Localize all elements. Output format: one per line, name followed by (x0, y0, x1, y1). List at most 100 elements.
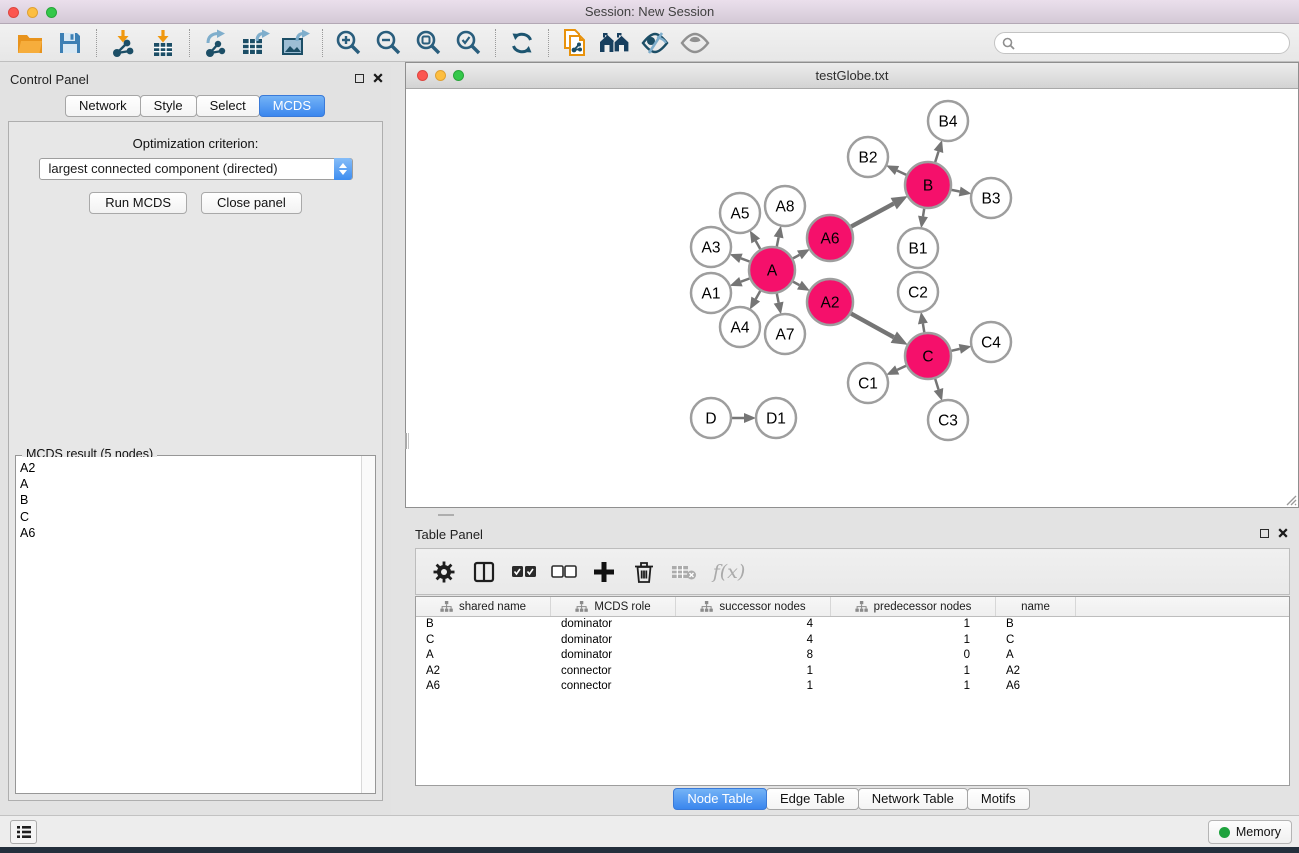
node-D1[interactable]: D1 (756, 398, 796, 438)
mcds-result-item[interactable]: B (20, 492, 361, 508)
table-row[interactable]: A2connector11A2 (416, 664, 1289, 680)
close-panel-icon[interactable] (373, 73, 383, 83)
zoom-in-icon[interactable] (329, 27, 369, 59)
edge-A-A7[interactable] (777, 294, 779, 303)
mcds-result-item[interactable]: A2 (20, 460, 361, 476)
create-column-plus-icon[interactable] (586, 554, 622, 590)
tab-network[interactable]: Network (65, 95, 141, 117)
close-table-panel-icon[interactable] (1278, 528, 1288, 538)
mcds-result-item[interactable]: A6 (20, 525, 361, 541)
mcds-result-item[interactable]: A (20, 476, 361, 492)
float-table-panel-icon[interactable] (1260, 529, 1269, 538)
node-B3[interactable]: B3 (971, 178, 1011, 218)
resize-grip-icon[interactable] (1284, 493, 1297, 506)
edge-B-B2[interactable] (897, 171, 906, 175)
table-row[interactable]: Bdominator41B (416, 617, 1289, 633)
edge-C-C1[interactable] (897, 366, 906, 370)
node-C4[interactable]: C4 (971, 322, 1011, 362)
table-row[interactable]: Cdominator41C (416, 633, 1289, 649)
node-A6[interactable]: A6 (807, 215, 853, 261)
edge-C-C2[interactable] (923, 324, 924, 333)
node-B2[interactable]: B2 (848, 137, 888, 177)
run-mcds-button[interactable]: Run MCDS (89, 192, 187, 214)
node-C1[interactable]: C1 (848, 363, 888, 403)
network-canvas[interactable]: B4 B2 B B3 A8A5 A6 B1 A3 A A1 C2 A2 A4A7 C4 C C1 C3 D D1 (406, 89, 1298, 507)
edge-A-A8[interactable] (777, 237, 779, 246)
export-image-icon[interactable] (276, 27, 316, 59)
table-settings-gear-icon[interactable] (426, 554, 462, 590)
open-recent-session-icon[interactable] (555, 27, 595, 59)
zoom-fit-icon[interactable] (409, 27, 449, 59)
table-row[interactable]: Adominator80A (416, 648, 1289, 664)
column-header-predecessor-nodes[interactable]: predecessor nodes (831, 597, 996, 616)
edge-B-B1[interactable] (923, 209, 924, 217)
tab-motifs[interactable]: Motifs (967, 788, 1030, 810)
deselect-all-columns-icon[interactable] (546, 554, 582, 590)
mcds-result-item[interactable]: C (20, 509, 361, 525)
edge-B-B4[interactable] (935, 152, 938, 163)
column-header-shared-name[interactable]: shared name (416, 597, 551, 616)
column-header-successor-nodes[interactable]: successor nodes (676, 597, 831, 616)
node-C[interactable]: C (905, 333, 951, 379)
edge-A-A1[interactable] (741, 279, 750, 282)
node-A8[interactable]: A8 (765, 186, 805, 226)
mcds-result-scrollbar[interactable] (361, 456, 375, 793)
export-table-icon[interactable] (236, 27, 276, 59)
node-A2[interactable]: A2 (807, 279, 853, 325)
node-C3[interactable]: C3 (928, 400, 968, 440)
float-panel-icon[interactable] (355, 74, 364, 83)
hide-selected-icon[interactable] (635, 27, 675, 59)
select-all-columns-icon[interactable] (506, 554, 542, 590)
zoom-selected-icon[interactable] (449, 27, 489, 59)
save-session-icon[interactable] (50, 27, 90, 59)
node-A5[interactable]: A5 (720, 193, 760, 233)
node-A3[interactable]: A3 (691, 227, 731, 267)
show-all-networks-icon[interactable] (595, 27, 635, 59)
criterion-dropdown[interactable]: largest connected component (directed) (39, 158, 353, 180)
node-A7[interactable]: A7 (765, 314, 805, 354)
task-history-button[interactable] (10, 820, 37, 844)
tab-style[interactable]: Style (140, 95, 197, 117)
edge-A-A2[interactable] (793, 282, 799, 286)
node-B1[interactable]: B1 (898, 228, 938, 268)
edge-A-A6[interactable] (793, 255, 799, 259)
edge-C-C4[interactable] (951, 349, 959, 351)
show-column-icon[interactable] (466, 554, 502, 590)
delete-column-trash-icon[interactable] (626, 554, 662, 590)
node-D[interactable]: D (691, 398, 731, 438)
edge-B-B3[interactable] (952, 190, 960, 192)
edge-C-C3[interactable] (935, 379, 938, 390)
import-table-icon[interactable] (143, 27, 183, 59)
node-A1[interactable]: A1 (691, 273, 731, 313)
close-panel-button[interactable]: Close panel (201, 192, 302, 214)
horizontal-splitter-handle[interactable] (438, 514, 454, 518)
edge-A-A5[interactable] (756, 241, 761, 249)
node-A4[interactable]: A4 (720, 307, 760, 347)
tab-network-table[interactable]: Network Table (858, 788, 968, 810)
tab-mcds[interactable]: MCDS (259, 95, 325, 117)
search-input[interactable] (1015, 34, 1289, 52)
tab-edge-table[interactable]: Edge Table (766, 788, 859, 810)
edge-A6-B[interactable] (851, 204, 894, 227)
edge-A-A4[interactable] (756, 291, 761, 299)
vertical-splitter-handle[interactable] (405, 433, 409, 449)
column-header-name[interactable]: name (996, 597, 1076, 616)
tab-select[interactable]: Select (196, 95, 260, 117)
edge-A2-C[interactable] (851, 314, 894, 338)
open-session-icon[interactable] (10, 27, 50, 59)
import-network-icon[interactable] (103, 27, 143, 59)
tab-node-table[interactable]: Node Table (673, 788, 767, 810)
network-window-titlebar[interactable]: testGlobe.txt (406, 63, 1298, 89)
table-row[interactable]: A6connector11A6 (416, 679, 1289, 695)
column-header-MCDS-role[interactable]: MCDS role (551, 597, 676, 616)
zoom-out-icon[interactable] (369, 27, 409, 59)
export-network-icon[interactable] (196, 27, 236, 59)
show-selected-icon[interactable] (675, 27, 715, 59)
node-A[interactable]: A (749, 247, 795, 293)
edge-A-A3[interactable] (741, 258, 750, 261)
node-B[interactable]: B (905, 162, 951, 208)
refresh-icon[interactable] (502, 27, 542, 59)
memory-button[interactable]: Memory (1208, 820, 1292, 844)
node-B4[interactable]: B4 (928, 101, 968, 141)
node-C2[interactable]: C2 (898, 272, 938, 312)
